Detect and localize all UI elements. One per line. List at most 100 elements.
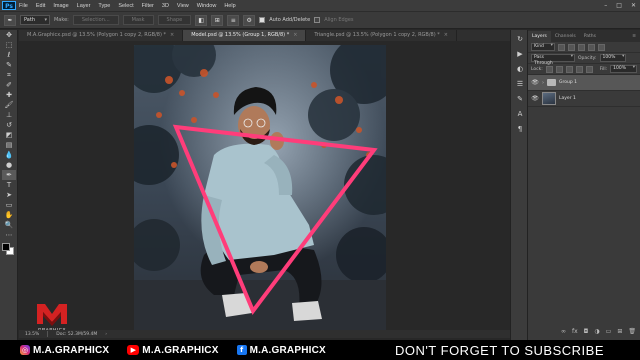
facebook-handle[interactable]: f M.A.GRAPHICX <box>236 345 326 356</box>
youtube-handle[interactable]: ▶ M.A.GRAPHICX <box>127 345 218 356</box>
path-alignment-icon[interactable]: ⊞ <box>211 14 224 26</box>
adjustments-panel-icon[interactable]: ◐ <box>514 64 526 75</box>
close-tab-icon[interactable]: × <box>293 32 297 38</box>
tab-model[interactable]: Model.psd @ 13.5% (Group 1, RGB/8) * × <box>183 30 307 41</box>
character-panel-icon[interactable]: A <box>514 109 526 120</box>
layer-row-layer-1[interactable]: 👁 Layer 1 <box>528 91 640 107</box>
lasso-tool-icon[interactable]: ℓ <box>2 50 16 60</box>
close-tab-icon[interactable]: × <box>170 32 174 38</box>
lock-position-icon[interactable] <box>565 65 573 73</box>
history-panel-icon[interactable]: ↻ <box>514 34 526 45</box>
document-canvas[interactable] <box>134 45 386 330</box>
instagram-handle[interactable]: ◎ M.A.GRAPHICX <box>20 345 109 356</box>
link-layers-icon[interactable]: ∞ <box>561 328 566 338</box>
marquee-tool-icon[interactable]: ⬚ <box>2 40 16 50</box>
fill-input[interactable]: 100% <box>610 65 637 73</box>
add-mask-icon[interactable]: ◘ <box>584 328 589 338</box>
visibility-eye-icon[interactable]: 👁 <box>531 79 539 86</box>
make-mask-button[interactable]: Mask <box>122 15 154 25</box>
menu-filter[interactable]: Filter <box>142 3 154 9</box>
menu-window[interactable]: Window <box>197 3 217 9</box>
maximize-button[interactable]: □ <box>616 2 622 9</box>
chevron-right-icon[interactable]: › <box>542 80 544 86</box>
filter-shape-icon[interactable] <box>587 43 595 51</box>
lock-image-icon[interactable] <box>555 65 563 73</box>
adjustment-layer-icon[interactable]: ◑ <box>594 328 599 338</box>
color-swatches[interactable] <box>0 242 17 258</box>
healing-brush-tool-icon[interactable]: ✚ <box>2 90 16 100</box>
tab-layers[interactable]: Layers <box>528 31 551 42</box>
more-tools-icon[interactable]: ⋯ <box>2 230 16 240</box>
filter-smart-object-icon[interactable] <box>597 43 605 51</box>
menu-help[interactable]: Help <box>224 3 235 9</box>
menu-edit[interactable]: Edit <box>36 3 45 9</box>
hand-tool-icon[interactable]: ✋ <box>2 210 16 220</box>
align-edges-checkbox[interactable] <box>314 17 321 23</box>
pen-tool-icon[interactable]: ✒ <box>2 170 16 180</box>
gradient-tool-icon[interactable]: ▤ <box>2 140 16 150</box>
make-selection-button[interactable]: Selection... <box>72 15 119 25</box>
tab-paths[interactable]: Paths <box>580 31 600 42</box>
menu-type[interactable]: Type <box>98 3 110 9</box>
quick-selection-tool-icon[interactable]: ✎ <box>2 60 16 70</box>
path-operations-icon[interactable]: ◧ <box>195 14 208 26</box>
minimize-button[interactable]: – <box>604 2 607 9</box>
eyedropper-tool-icon[interactable]: ✐ <box>2 80 16 90</box>
paragraph-panel-icon[interactable]: ¶ <box>514 124 526 135</box>
brush-tool-icon[interactable]: 🖌 <box>2 100 16 110</box>
filter-adjustment-icon[interactable] <box>567 43 575 51</box>
menu-bar: Ps File Edit Image Layer Type Select Fil… <box>0 0 640 11</box>
pen-tool-preset-icon[interactable]: ✒ <box>4 14 16 26</box>
menu-file[interactable]: File <box>19 3 28 9</box>
menu-select[interactable]: Select <box>118 3 133 9</box>
menu-view[interactable]: View <box>177 3 189 9</box>
tab-triangle[interactable]: Triangle.psd @ 13.5% (Polygon 1 copy 2, … <box>306 30 457 41</box>
properties-panel-icon[interactable]: ☰ <box>514 79 526 90</box>
menu-layer[interactable]: Layer <box>77 3 91 9</box>
make-shape-button[interactable]: Shape <box>157 15 192 25</box>
brush-panel-icon[interactable]: ✎ <box>514 94 526 105</box>
eraser-tool-icon[interactable]: ◩ <box>2 130 16 140</box>
actions-panel-icon[interactable]: ▶ <box>514 49 526 60</box>
close-button[interactable]: ✕ <box>631 2 636 9</box>
filter-kind-select[interactable]: Kind <box>531 43 555 51</box>
crop-tool-icon[interactable]: ⌗ <box>2 70 16 80</box>
opacity-input[interactable]: 100% <box>599 54 627 62</box>
tab-ma-graphicx[interactable]: M.A.Graphicx.psd @ 13.5% (Polygon 1 copy… <box>19 30 184 41</box>
type-tool-icon[interactable]: T <box>2 180 16 190</box>
dodge-tool-icon[interactable]: ● <box>2 160 16 170</box>
menu-image[interactable]: Image <box>53 3 68 9</box>
filter-pixel-icon[interactable] <box>557 43 565 51</box>
layer-row-group-1[interactable]: 👁 › Group 1 <box>528 75 640 91</box>
status-menu-arrow-icon[interactable]: › <box>105 332 107 337</box>
status-divider <box>47 331 49 337</box>
pen-mode-select[interactable]: Path <box>20 15 50 25</box>
zoom-tool-icon[interactable]: 🔍 <box>2 220 16 230</box>
menu-3d[interactable]: 3D <box>162 3 169 9</box>
layer-style-icon[interactable]: fx <box>572 328 578 338</box>
panel-menu-icon[interactable]: ≡ <box>628 31 640 42</box>
tab-channels[interactable]: Channels <box>551 31 580 42</box>
visibility-eye-icon[interactable]: 👁 <box>531 95 539 102</box>
history-brush-tool-icon[interactable]: ↺ <box>2 120 16 130</box>
path-arrangement-icon[interactable]: ≡ <box>227 14 240 26</box>
blend-mode-select[interactable]: Pass Through <box>531 54 575 66</box>
new-layer-icon[interactable]: ⊞ <box>617 328 622 338</box>
trash-icon[interactable]: 🗑 <box>628 328 636 338</box>
zoom-level[interactable]: 13.5% <box>25 332 39 337</box>
foreground-color-swatch[interactable] <box>2 243 10 251</box>
canvas-area[interactable]: GRAPHICX <box>19 41 510 332</box>
blur-tool-icon[interactable]: 💧 <box>2 150 16 160</box>
close-tab-icon[interactable]: × <box>444 32 448 38</box>
filter-type-icon[interactable] <box>577 43 585 51</box>
auto-add-delete-checkbox[interactable] <box>259 17 266 23</box>
new-group-icon[interactable]: ▭ <box>606 328 612 338</box>
gear-icon[interactable]: ⚙ <box>243 14 256 26</box>
path-selection-tool-icon[interactable]: ➤ <box>2 190 16 200</box>
lock-artboard-icon[interactable] <box>575 65 583 73</box>
lock-all-icon[interactable] <box>585 65 593 73</box>
move-tool-icon[interactable]: ✥ <box>2 30 16 40</box>
clone-stamp-tool-icon[interactable]: ⊥ <box>2 110 16 120</box>
filter-row: Kind <box>528 42 640 53</box>
rectangle-tool-icon[interactable]: ▭ <box>2 200 16 210</box>
